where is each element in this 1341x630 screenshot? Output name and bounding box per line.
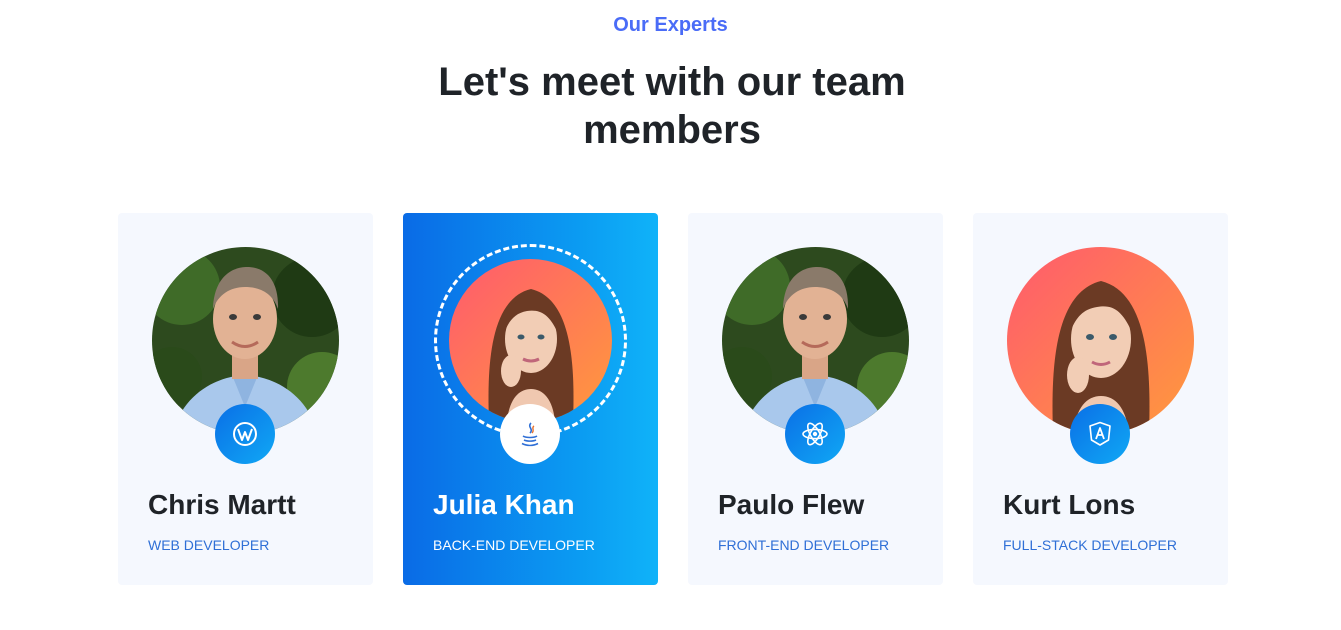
- member-role: FULL-STACK DEVELOPER: [1003, 537, 1178, 553]
- react-icon: [802, 422, 828, 446]
- team-card[interactable]: Paulo Flew FRONT-END DEVELOPER: [688, 213, 943, 585]
- member-name: Chris Martt: [148, 489, 296, 520]
- eyebrow-label: Our Experts: [613, 14, 728, 36]
- angular-icon: [1089, 421, 1111, 446]
- skill-badge: [1070, 404, 1130, 464]
- wordpress-icon: [233, 422, 257, 446]
- member-role: FRONT-END DEVELOPER: [718, 537, 890, 553]
- member-name: Paulo Flew: [718, 489, 865, 520]
- skill-badge: [500, 404, 560, 464]
- skill-badge: [215, 404, 275, 464]
- member-role: BACK-END DEVELOPER: [433, 537, 595, 553]
- section-title: Let's meet with our team members: [438, 60, 906, 152]
- team-card[interactable]: Chris Martt WEB DEVELOPER: [118, 213, 373, 585]
- member-photo: [449, 259, 612, 422]
- java-icon: [521, 422, 539, 447]
- team-card[interactable]: Kurt Lons FULL-STACK DEVELOPER: [973, 213, 1228, 585]
- member-name: Kurt Lons: [1003, 489, 1136, 520]
- skill-badge: [785, 404, 845, 464]
- member-role: WEB DEVELOPER: [148, 537, 270, 553]
- member-name: Julia Khan: [433, 489, 575, 520]
- team-card-active[interactable]: Julia Khan BACK-END DEVELOPER: [403, 213, 658, 585]
